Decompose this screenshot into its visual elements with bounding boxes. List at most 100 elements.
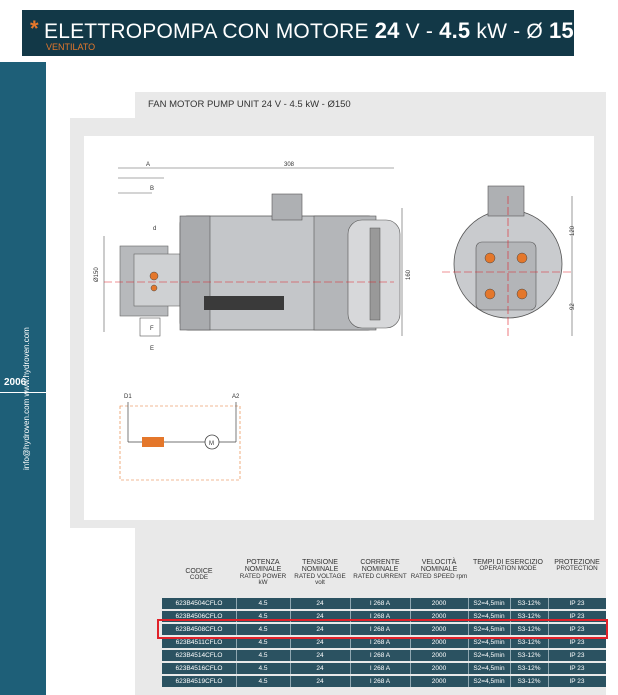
column-header-en: RATED SPEED rpm: [410, 572, 468, 580]
table-cell: 4.5: [258, 652, 268, 659]
end-view-flange: [475, 241, 537, 311]
table-cell: S3-12%: [517, 600, 541, 607]
cell-separator: [468, 598, 469, 609]
dim-92-label: 92: [570, 303, 576, 310]
cell-separator: [510, 598, 511, 609]
port-icon: [149, 271, 159, 281]
table-cell: 24: [316, 652, 324, 659]
table-cell: 2000: [431, 652, 447, 659]
column-header-en: RATED CURRENT: [353, 572, 407, 580]
motor-symbol: M: [209, 441, 214, 447]
table-cell: 623B4514CFLO: [175, 652, 223, 659]
highlight-box: [157, 619, 608, 639]
table-cell: S2=4,5min: [473, 652, 505, 659]
column-header-en: RATED POWER kW: [239, 572, 287, 587]
table-cell: S2=4,5min: [473, 600, 505, 607]
table-cell: 4.5: [258, 678, 268, 685]
column-header: POTENZA NOMINALE RATED POWER kW: [236, 559, 290, 587]
title-v-unit: V -: [405, 20, 434, 43]
table-cell: S3-12%: [517, 652, 541, 659]
table-cell: S3-12%: [517, 678, 541, 685]
column-header: VELOCITÀ NOMINALE RATED SPEED rpm: [410, 559, 468, 580]
cell-separator: [548, 663, 549, 674]
table-cell: 623B4504CFLO: [175, 600, 223, 607]
title-voltage: 24: [374, 18, 400, 43]
column-header-en: CODE: [189, 574, 209, 582]
cell-separator: [510, 650, 511, 661]
cell-separator: [548, 650, 549, 661]
cell-separator: [236, 663, 237, 674]
page-title: ELETTROPOMPA CON MOTORE 24 V - 4.5 kW - …: [44, 18, 587, 43]
cell-separator: [410, 663, 411, 674]
cell-separator: [350, 650, 351, 661]
table-cell: 623B4519CFLO: [175, 678, 223, 685]
cell-separator: [350, 676, 351, 687]
column-header: CORRENTE NOMINALE RATED CURRENT: [350, 559, 410, 580]
cell-separator: [350, 598, 351, 609]
wire-d1-label: D1: [124, 394, 132, 400]
cell-separator: [468, 663, 469, 674]
table-cell: I 268 A: [369, 600, 391, 607]
column-header-it: TENSIONE NOMINALE: [301, 559, 339, 574]
port-icon: [150, 284, 158, 292]
wiring-box: [119, 405, 241, 481]
header-star: *: [30, 16, 39, 41]
cell-separator: [236, 650, 237, 661]
pump-flange: [133, 253, 181, 307]
cell-separator: [410, 676, 411, 687]
table-cell: I 268 A: [369, 678, 391, 685]
column-header-it: VELOCITÀ NOMINALE: [420, 559, 458, 574]
table-cell: 2000: [431, 665, 447, 672]
terminal-box: [271, 193, 303, 221]
table-cell: 4.5: [258, 665, 268, 672]
column-header: TENSIONE NOMINALE RATED VOLTAGE volt: [290, 559, 350, 587]
mount-foot: [204, 296, 284, 310]
field-winding-icon: [142, 437, 164, 447]
table-cell: 24: [316, 678, 324, 685]
table-cell: 24: [316, 665, 324, 672]
title-diameter: 150: [548, 18, 587, 43]
table-row[interactable]: 623B4504CFLO 4.5 24 I 268 A 2000 S2=4,5min S3-…: [162, 598, 606, 609]
dim-b-label: B: [150, 186, 154, 192]
cell-separator: [410, 598, 411, 609]
dim-308-label: 308: [284, 162, 295, 168]
column-header: TEMPI DI ESERCIZIO OPERATION MODE: [468, 559, 548, 573]
contact-text: info@hydroven.com www.hydroven.com: [22, 327, 31, 470]
title-power: 4.5: [439, 18, 471, 43]
page-subtitle: VENTILATO: [46, 42, 96, 52]
column-header-en: PROTECTION: [556, 565, 598, 573]
cell-separator: [236, 598, 237, 609]
table-cell: IP 23: [569, 665, 585, 672]
dim-phi150-label: Ø150: [94, 267, 100, 282]
column-header: PROTEZIONE PROTECTION: [548, 559, 606, 573]
table-cell: IP 23: [569, 600, 585, 607]
cell-separator: [510, 676, 511, 687]
dim-a-label: A: [146, 162, 150, 168]
cell-separator: [290, 663, 291, 674]
table-row[interactable]: 623B4514CFLO 4.5 24 I 268 A 2000 S2=4,5min S3-…: [162, 650, 606, 661]
table-cell: IP 23: [569, 678, 585, 685]
column-header-it: POTENZA NOMINALE: [244, 559, 282, 574]
cell-separator: [290, 676, 291, 687]
table-cell: 24: [316, 600, 324, 607]
table-cell: 2000: [431, 678, 447, 685]
table-cell: S3-12%: [517, 665, 541, 672]
column-header: CODICE CODE: [162, 568, 236, 582]
table-cell: S2=4,5min: [473, 665, 505, 672]
cell-separator: [290, 650, 291, 661]
cell-separator: [468, 650, 469, 661]
title-light: ELETTROPOMPA CON MOTORE: [44, 20, 369, 43]
table-row[interactable]: 623B4519CFLO 4.5 24 I 268 A 2000 S2=4,5min S3-…: [162, 676, 606, 687]
wire-a2-label: A2: [232, 394, 240, 400]
table-cell: S2=4,5min: [473, 678, 505, 685]
dim-120-label: 120: [570, 225, 576, 236]
cell-separator: [468, 676, 469, 687]
title-kw-unit: kW - Ø: [476, 20, 543, 43]
dim-f-label: F: [150, 326, 154, 332]
column-header-it: CORRENTE NOMINALE: [360, 559, 400, 574]
table-cell: IP 23: [569, 652, 585, 659]
cell-separator: [548, 598, 549, 609]
dim-d-label: d: [153, 226, 156, 232]
cell-separator: [410, 650, 411, 661]
table-row[interactable]: 623B4516CFLO 4.5 24 I 268 A 2000 S2=4,5min S3-…: [162, 663, 606, 674]
